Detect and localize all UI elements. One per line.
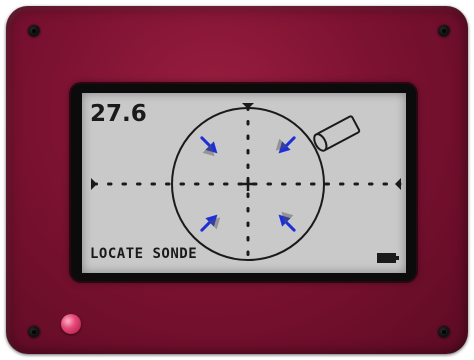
status-message: LOCATE SONDE [90, 246, 198, 262]
lcd-screen: 27.6 LOCATE SONDE [82, 93, 406, 273]
screw-icon [28, 25, 40, 37]
depth-reading: 27.6 [90, 101, 147, 127]
arrow-top-left [200, 136, 218, 157]
screw-icon [28, 326, 40, 338]
arrow-bottom-left [200, 214, 221, 232]
screw-icon [438, 326, 450, 338]
axis-marker-left [91, 178, 97, 190]
sonde-icon [313, 115, 361, 152]
arrow-top-right [275, 136, 296, 154]
battery-icon [377, 253, 399, 263]
axis-marker-right [395, 178, 401, 190]
screw-icon [438, 25, 450, 37]
power-led[interactable] [61, 314, 81, 334]
arrow-bottom-right [278, 211, 296, 232]
